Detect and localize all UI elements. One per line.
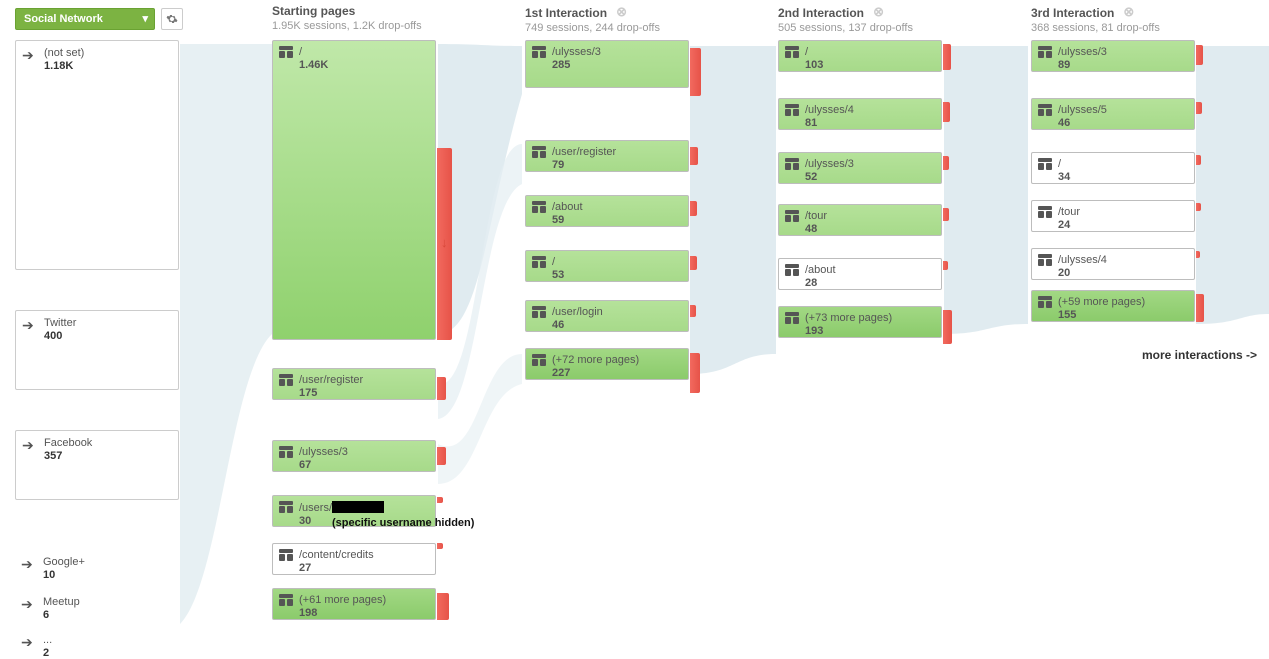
dropoff-bar[interactable] xyxy=(1196,251,1200,258)
column-header-1st[interactable]: 1st Interaction ⊗ 749 sessions, 244 drop… xyxy=(525,4,660,34)
dropoff-bar[interactable] xyxy=(1196,45,1203,65)
close-icon[interactable]: ⊗ xyxy=(1123,4,1134,19)
page-icon xyxy=(785,312,799,327)
page-node[interactable]: /about 59 xyxy=(525,195,689,227)
page-icon xyxy=(1038,254,1052,269)
dropoff-bar[interactable] xyxy=(437,447,446,465)
dropoff-bar[interactable] xyxy=(943,261,948,270)
source-node[interactable]: ➔ Meetup 6 xyxy=(15,590,179,621)
dimension-dropdown[interactable]: Social Network xyxy=(15,8,155,30)
page-node[interactable]: /user/register 175 xyxy=(272,368,436,400)
arrow-right-icon: ➔ xyxy=(21,556,33,573)
page-icon xyxy=(532,306,546,321)
page-node[interactable]: /content/credits 27 xyxy=(272,543,436,575)
column-header-starting: Starting pages 1.95K sessions, 1.2K drop… xyxy=(272,4,422,32)
page-node[interactable]: /user/register 79 xyxy=(525,140,689,172)
page-icon xyxy=(532,256,546,271)
page-icon xyxy=(1038,46,1052,61)
source-node[interactable]: ➔ (not set) 1.18K xyxy=(15,40,179,270)
dropoff-bar[interactable] xyxy=(437,497,443,503)
page-node[interactable]: /ulysses/3 52 xyxy=(778,152,942,184)
dropoff-bar[interactable] xyxy=(690,48,701,96)
page-icon xyxy=(1038,104,1052,119)
page-node[interactable]: /user/login 46 xyxy=(525,300,689,332)
page-icon xyxy=(279,501,293,516)
page-node[interactable]: / 103 xyxy=(778,40,942,72)
page-icon xyxy=(279,549,293,564)
page-node[interactable]: / 1.46K xyxy=(272,40,436,340)
page-icon xyxy=(785,46,799,61)
column-header-2nd[interactable]: 2nd Interaction ⊗ 505 sessions, 137 drop… xyxy=(778,4,913,34)
gear-icon xyxy=(166,13,178,25)
page-icon xyxy=(279,46,293,61)
page-icon xyxy=(532,354,546,369)
dimension-dropdown-label: Social Network xyxy=(24,13,103,25)
page-node-more[interactable]: (+72 more pages) 227 xyxy=(525,348,689,380)
page-icon xyxy=(532,201,546,216)
page-icon xyxy=(532,46,546,61)
close-icon[interactable]: ⊗ xyxy=(616,4,627,19)
page-node[interactable]: /tour 48 xyxy=(778,204,942,236)
page-node[interactable]: /ulysses/5 46 xyxy=(1031,98,1195,130)
arrow-right-icon: ➔ xyxy=(21,596,33,613)
page-icon xyxy=(279,374,293,389)
page-node[interactable]: / 34 xyxy=(1031,152,1195,184)
dropoff-bar[interactable] xyxy=(1196,294,1204,322)
page-icon xyxy=(1038,206,1052,221)
redacted-text xyxy=(332,501,384,513)
dropoff-bar[interactable] xyxy=(1196,155,1201,165)
page-node[interactable]: /ulysses/3 285 xyxy=(525,40,689,88)
dropoff-bar[interactable] xyxy=(1196,203,1201,211)
dropoff-bar[interactable] xyxy=(690,147,698,165)
page-icon xyxy=(279,446,293,461)
page-node-more[interactable]: (+59 more pages) 155 xyxy=(1031,290,1195,322)
arrow-right-icon: ➔ xyxy=(22,437,34,454)
arrow-right-icon: ➔ xyxy=(22,317,34,334)
dropoff-bar[interactable] xyxy=(943,156,949,170)
page-node[interactable]: /ulysses/4 81 xyxy=(778,98,942,130)
dropoff-bar[interactable] xyxy=(943,102,950,122)
dropoff-bar[interactable] xyxy=(437,593,449,620)
source-node[interactable]: ➔ Twitter 400 xyxy=(15,310,179,390)
page-node-more[interactable]: (+73 more pages) 193 xyxy=(778,306,942,338)
page-node[interactable]: / 53 xyxy=(525,250,689,282)
page-node[interactable]: /tour 24 xyxy=(1031,200,1195,232)
page-icon xyxy=(785,158,799,173)
dropoff-bar[interactable] xyxy=(943,310,952,344)
dropoff-bar[interactable] xyxy=(690,201,697,216)
page-icon xyxy=(1038,158,1052,173)
page-node-more[interactable]: (+61 more pages) 198 xyxy=(272,588,436,620)
page-node[interactable]: /ulysses/3 67 xyxy=(272,440,436,472)
arrow-right-icon: ➔ xyxy=(22,47,34,64)
close-icon[interactable]: ⊗ xyxy=(873,4,884,19)
dropoff-bar[interactable] xyxy=(943,44,951,70)
page-node[interactable]: /about 28 xyxy=(778,258,942,290)
arrow-down-icon: ↓ xyxy=(441,235,448,250)
dropoff-bar[interactable] xyxy=(1196,102,1202,114)
settings-button[interactable] xyxy=(161,8,183,30)
dropoff-bar[interactable] xyxy=(690,305,696,317)
page-icon xyxy=(785,210,799,225)
column-header-3rd[interactable]: 3rd Interaction ⊗ 368 sessions, 81 drop-… xyxy=(1031,4,1160,34)
dropoff-bar[interactable] xyxy=(437,377,446,400)
page-node[interactable]: /ulysses/4 20 xyxy=(1031,248,1195,280)
dropoff-bar[interactable] xyxy=(943,208,949,221)
source-node[interactable]: ➔ Facebook 357 xyxy=(15,430,179,500)
arrow-right-icon: ➔ xyxy=(21,634,33,651)
dropoff-bar[interactable] xyxy=(690,353,700,393)
annotation-hidden-user: (specific username hidden) xyxy=(332,517,474,529)
page-icon xyxy=(785,104,799,119)
page-icon xyxy=(1038,296,1052,311)
page-icon xyxy=(279,594,293,609)
dropoff-bar[interactable] xyxy=(690,256,697,270)
source-node[interactable]: ➔ Google+ 10 xyxy=(15,550,179,581)
dropoff-bar[interactable] xyxy=(437,543,443,549)
page-icon xyxy=(785,264,799,279)
source-node[interactable]: ➔ ... 2 xyxy=(15,628,179,659)
more-interactions-link[interactable]: more interactions -> xyxy=(1142,348,1257,362)
page-node[interactable]: /ulysses/3 89 xyxy=(1031,40,1195,72)
page-icon xyxy=(532,146,546,161)
